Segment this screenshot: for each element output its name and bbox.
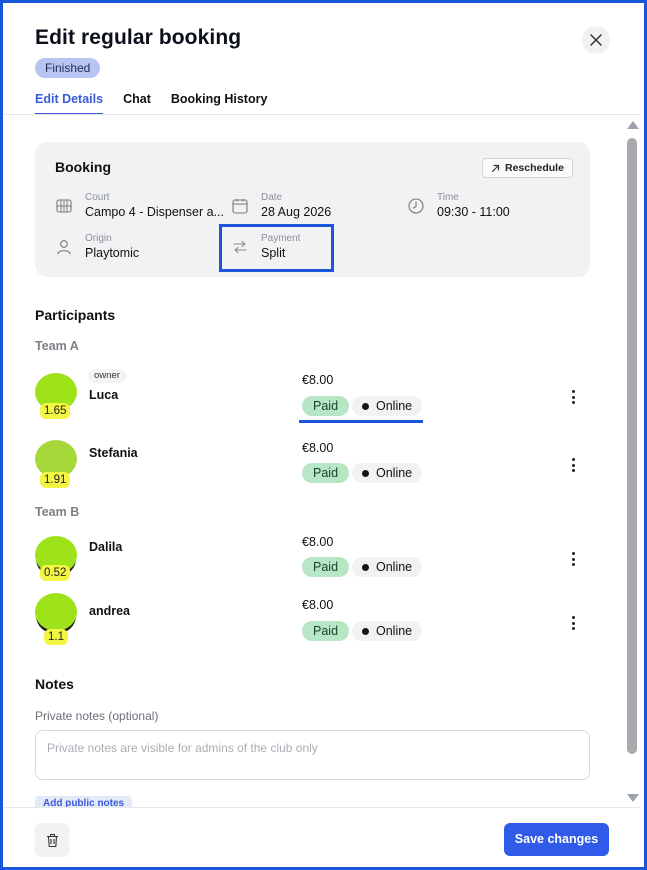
clock-icon (407, 197, 425, 215)
dot-icon (362, 627, 369, 635)
arrow-up-right-icon (491, 164, 500, 172)
team-a-label: Team A (35, 339, 79, 353)
payment-method: Online (376, 466, 413, 480)
kebab-menu-icon (571, 616, 575, 619)
participants-title: Participants (35, 307, 116, 323)
court-label: Court (85, 192, 110, 203)
paid-badge: Paid (302, 557, 350, 577)
paid-badge: Paid (302, 621, 350, 641)
more-options-button[interactable] (566, 388, 580, 406)
online-badge: Online (352, 557, 423, 577)
kebab-menu-icon (571, 390, 575, 393)
avatar (35, 593, 77, 631)
team-b-label: Team B (35, 505, 80, 519)
court-grid-icon (55, 197, 73, 215)
tab-edit-details[interactable]: Edit Details (35, 92, 104, 115)
date-info: Date 28 Aug 2026 (231, 192, 331, 221)
close-icon (590, 34, 602, 46)
origin-info: Origin Playtomic (55, 233, 139, 262)
payment-underline-highlight (299, 420, 423, 423)
rating-badge: 0.52 (40, 565, 71, 581)
private-notes-input[interactable] (35, 730, 590, 780)
dialog-footer: Save changes (3, 807, 641, 867)
paid-badge: Paid (302, 463, 350, 483)
more-options-button[interactable] (566, 456, 580, 474)
dot-icon (362, 469, 369, 477)
time-label: Time (437, 192, 459, 203)
participant-name[interactable]: Dalila (89, 540, 122, 554)
scroll-down-arrow-icon[interactable] (627, 794, 639, 802)
save-changes-button[interactable]: Save changes (504, 823, 609, 856)
booking-card: Booking Reschedule Court Campo 4 - Dispe… (35, 142, 590, 277)
tabs-divider (3, 114, 641, 115)
calendar-icon (231, 197, 249, 215)
payment-method: Online (376, 399, 413, 413)
rating-badge: 1.65 (40, 403, 71, 419)
online-badge: Online (352, 463, 423, 483)
online-badge: Online (352, 621, 423, 641)
rating-badge: 1.91 (40, 472, 71, 488)
more-options-button[interactable] (566, 550, 580, 568)
scroll-up-arrow-icon[interactable] (627, 121, 639, 129)
user-icon (55, 238, 73, 256)
tab-chat[interactable]: Chat (123, 92, 151, 115)
tab-booking-history[interactable]: Booking History (171, 92, 268, 115)
scrollbar[interactable] (624, 118, 640, 806)
dot-icon (362, 563, 369, 571)
origin-value: Playtomic (85, 246, 140, 260)
participant-name[interactable]: Stefania (89, 446, 138, 460)
trash-icon (46, 833, 58, 847)
private-notes-label: Private notes (optional) (35, 709, 159, 723)
scroll-thumb[interactable] (627, 138, 637, 754)
payment-highlight-box (219, 224, 334, 272)
court-info: Court Campo 4 - Dispenser a... (55, 192, 224, 221)
status-badge: Finished (35, 58, 101, 78)
dot-icon (362, 402, 369, 410)
booking-card-title: Booking (55, 159, 111, 175)
court-value: Campo 4 - Dispenser a... (85, 205, 224, 219)
tab-bar: Edit Details Chat Booking History (35, 92, 267, 115)
kebab-menu-icon (571, 458, 575, 461)
reschedule-label: Reschedule (505, 162, 564, 174)
owner-tag: owner (88, 369, 126, 383)
more-options-button[interactable] (566, 614, 580, 632)
participant-name[interactable]: andrea (89, 604, 130, 618)
participant-price: €8.00 (302, 598, 334, 612)
participant-price: €8.00 (302, 441, 334, 455)
payment-method: Online (376, 560, 413, 574)
origin-label: Origin (85, 233, 112, 244)
participant-name[interactable]: Luca (89, 388, 118, 402)
rating-badge: 1.1 (44, 629, 68, 645)
date-label: Date (261, 192, 283, 203)
date-value: 28 Aug 2026 (261, 205, 332, 219)
dialog-title: Edit regular booking (35, 26, 242, 49)
time-value: 09:30 - 11:00 (437, 205, 510, 219)
kebab-menu-icon (571, 552, 575, 555)
delete-button[interactable] (35, 823, 69, 857)
time-info: Time 09:30 - 11:00 (407, 192, 510, 221)
payment-method: Online (376, 624, 413, 638)
participant-price: €8.00 (302, 535, 334, 549)
paid-badge: Paid (302, 396, 350, 416)
notes-title: Notes (35, 676, 74, 692)
close-button[interactable] (582, 26, 610, 54)
participant-price: €8.00 (302, 373, 334, 387)
dialog-header: Edit regular booking Finished (35, 26, 242, 78)
online-badge: Online (352, 396, 423, 416)
reschedule-button[interactable]: Reschedule (482, 158, 573, 178)
